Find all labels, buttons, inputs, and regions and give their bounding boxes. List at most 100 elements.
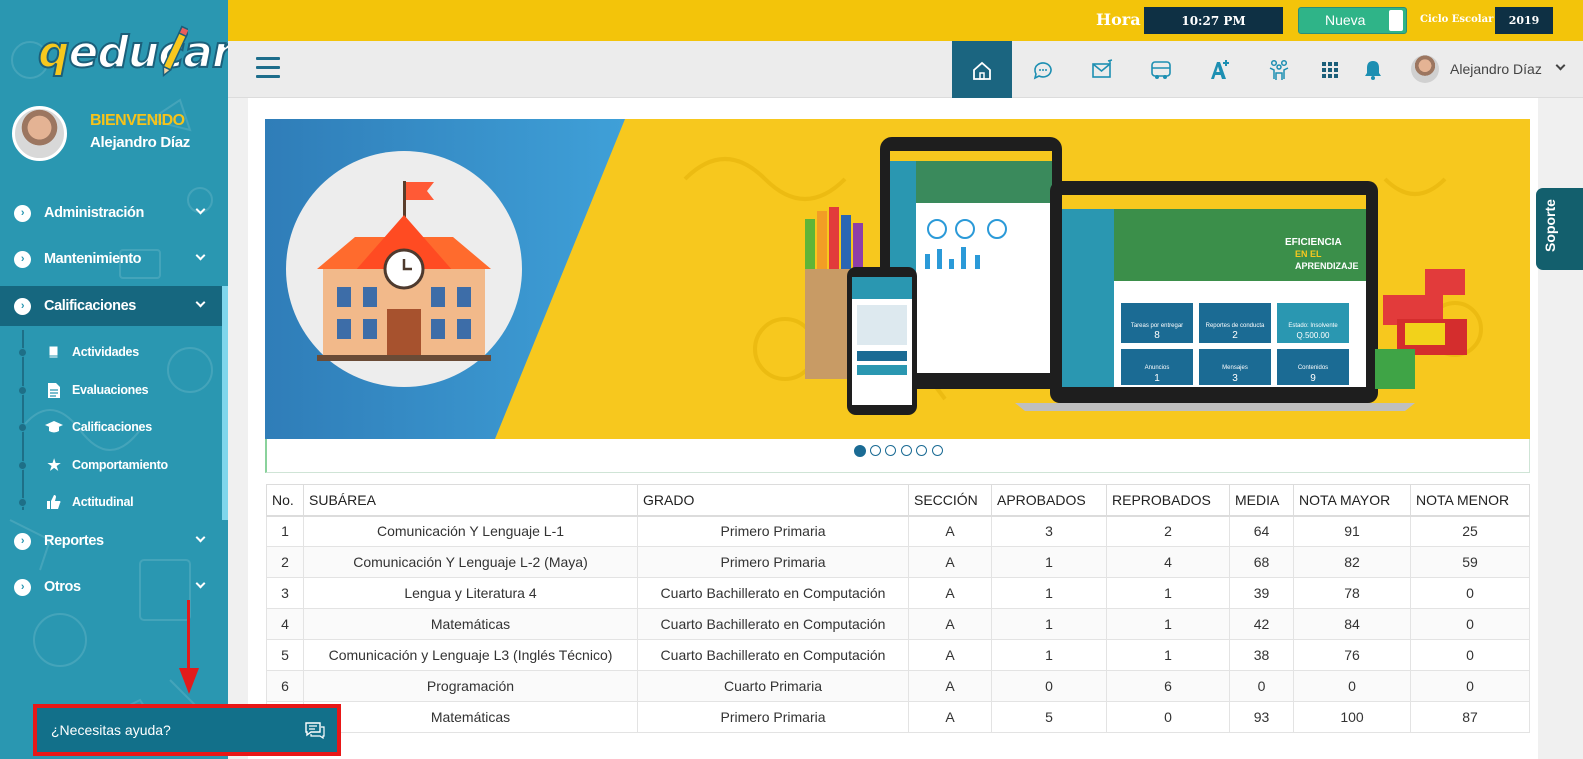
chevron-right-circle-icon: ›	[14, 204, 31, 222]
grades-summary-table: No. SUBÁREA GRADO SECCIÓN APROBADOS REPR…	[266, 484, 1530, 733]
carousel-dot[interactable]	[870, 445, 881, 456]
book-icon	[44, 343, 64, 361]
table-cell: 38	[1229, 639, 1294, 671]
chevron-down-icon	[195, 250, 206, 261]
banner-headline-3: APRENDIZAJE	[1295, 261, 1359, 271]
nueva-toggle[interactable]: Nueva	[1298, 7, 1407, 34]
home-icon	[973, 61, 991, 80]
soporte-label: Soporte	[1542, 199, 1558, 252]
table-cell: 3	[266, 577, 304, 609]
table-cell: 0	[1410, 577, 1530, 609]
table-row: 5 Comunicación y Lenguaje L3 (Inglés Técn…	[266, 639, 1530, 671]
submenu-item-calificaciones[interactable]: Calificaciones	[18, 412, 218, 442]
submenu-item-label: Actitudinal	[72, 495, 134, 509]
carousel-dot[interactable]	[932, 445, 943, 456]
table-row: 7MatemáticasPrimero PrimariaA509310087	[266, 701, 1530, 733]
table-cell: 1	[991, 577, 1107, 609]
table-cell: 93	[1229, 701, 1294, 733]
bus-icon[interactable]	[1149, 58, 1173, 82]
sidebar-item-reportes[interactable]: › Reportes	[0, 521, 222, 561]
table-cell: 87	[1410, 701, 1530, 733]
column-header: GRADO	[637, 484, 909, 517]
table-cell: A	[908, 608, 992, 640]
toggle-knob	[1389, 10, 1403, 31]
svg-text:Estado: Insolvente: Estado: Insolvente	[1288, 323, 1338, 329]
bell-icon[interactable]	[1361, 58, 1385, 82]
table-cell: 2	[1106, 515, 1230, 547]
table-cell: Primero Primaria	[637, 546, 909, 578]
ciclo-escolar-label: Ciclo Escolar	[1420, 14, 1494, 25]
tree-dot	[18, 497, 27, 507]
table-cell: 3	[991, 515, 1107, 547]
people-icon[interactable]	[1267, 58, 1291, 82]
table-cell: A	[908, 670, 992, 702]
tree-dot	[18, 385, 27, 395]
submenu-item-actitudinal[interactable]: Actitudinal	[18, 487, 218, 517]
table-cell: Cuarto Bachillerato en Computación	[637, 608, 909, 640]
hamburger-menu-icon[interactable]	[256, 57, 280, 79]
table-cell: 0	[1106, 701, 1230, 733]
help-chat-button[interactable]: ¿Necesitas ayuda?	[33, 704, 341, 756]
table-cell: 64	[1229, 515, 1294, 547]
table-cell: 5	[991, 701, 1107, 733]
chevron-right-circle-icon: ›	[14, 532, 31, 550]
carousel-dot[interactable]	[854, 445, 866, 457]
star-icon: ★	[47, 457, 61, 474]
table-cell: 78	[1293, 577, 1411, 609]
sidebar-item-label: Mantenimiento	[44, 251, 142, 267]
graduation-cap-icon	[44, 418, 64, 436]
table-row: 3 Lengua y Literatura 4 Cuarto Bachillerat…	[266, 577, 1530, 609]
table-cell: 0	[1410, 608, 1530, 640]
table-cell: 42	[1229, 608, 1294, 640]
carousel-dot[interactable]	[885, 445, 896, 456]
submenu-item-evaluaciones[interactable]: Evaluaciones	[18, 375, 218, 405]
carousel-dot[interactable]	[916, 445, 927, 456]
table-cell: Programación	[303, 670, 638, 702]
table-cell: Comunicación Y Lenguaje L-2 (Maya)	[303, 546, 638, 578]
svg-text:Tareas por entregar: Tareas por entregar	[1131, 323, 1183, 329]
table-row: 2 Comunicación Y Lenguaje L-2 (Maya) Prime…	[266, 546, 1530, 578]
sidebar-item-mantenimiento[interactable]: › Mantenimiento	[0, 239, 222, 279]
table-cell: 2	[266, 546, 304, 578]
sidebar-item-administracion[interactable]: › Administración	[0, 193, 222, 233]
column-header: No.	[266, 484, 304, 517]
chat-icon[interactable]	[1031, 58, 1055, 82]
promo-banner: EFICIENCIA EN EL APRENDIZAJE Tareas por …	[265, 119, 1530, 439]
table-row: 4 Matemáticas Cuarto Bachillerato en Compu…	[266, 608, 1530, 640]
user-menu[interactable]: Alejandro Díaz	[1411, 55, 1571, 85]
table-cell: 0	[991, 670, 1107, 702]
table-body: 1 Comunicación Y Lenguaje L-1 Primero Prim…	[266, 515, 1530, 733]
submenu-item-actividades[interactable]: Actividades	[18, 337, 218, 367]
table-cell: 6	[1106, 670, 1230, 702]
table-cell: 84	[1293, 608, 1411, 640]
tree-dot	[18, 347, 27, 357]
carousel-dot[interactable]	[901, 445, 912, 456]
chevron-down-icon	[195, 578, 206, 589]
table-cell: Cuarto Bachillerato en Computación	[637, 577, 909, 609]
table-cell: 5	[266, 639, 304, 671]
table-cell: Matemáticas	[303, 701, 638, 733]
apps-grid-icon[interactable]	[1318, 58, 1342, 82]
table-cell: 82	[1293, 546, 1411, 578]
table-cell: 1	[991, 639, 1107, 671]
sidebar-item-calificaciones[interactable]: › Calificaciones	[0, 286, 222, 326]
svg-text:2: 2	[1232, 330, 1238, 341]
table-cell: A	[908, 515, 992, 547]
sidebar-user-name: Alejandro Díaz	[90, 134, 190, 151]
grade-plus-icon[interactable]	[1208, 58, 1232, 82]
mail-icon[interactable]	[1090, 58, 1114, 82]
soporte-tab[interactable]: Soporte	[1536, 188, 1583, 270]
table-cell: 6	[266, 670, 304, 702]
svg-text:Contenidos: Contenidos	[1298, 365, 1328, 371]
table-cell: 100	[1293, 701, 1411, 733]
navbar: Alejandro Díaz	[228, 41, 1583, 113]
home-tab[interactable]	[952, 41, 1012, 113]
table-cell: 1	[266, 515, 304, 547]
pencil-logo-icon	[162, 25, 188, 77]
table-cell: Primero Primaria	[637, 701, 909, 733]
tree-dot	[18, 422, 27, 432]
column-header: SECCIÓN	[908, 484, 992, 517]
submenu-item-comportamiento[interactable]: ★ Comportamiento	[18, 450, 218, 480]
topbar: Hora 10:27 PM Nueva Ciclo Escolar 2019	[228, 0, 1583, 41]
sidebar: qeducar BIENVENIDO Alejandro Díaz › Admi…	[0, 0, 228, 759]
